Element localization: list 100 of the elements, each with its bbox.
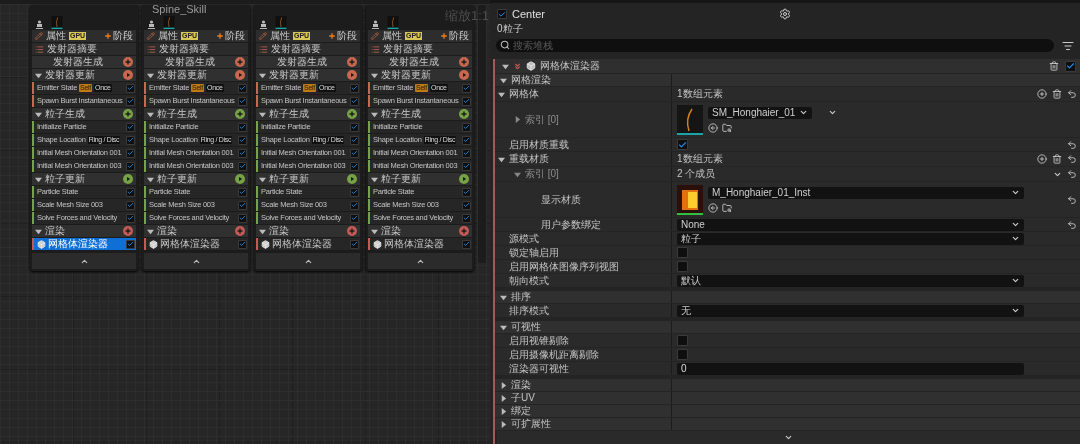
summary-row[interactable]: 发射器摘要 <box>368 43 472 55</box>
caret-down-icon[interactable] <box>35 227 42 235</box>
checkbox[interactable] <box>126 213 135 223</box>
caret-down-icon[interactable] <box>500 323 507 331</box>
properties-label[interactable]: 属性 <box>46 30 66 42</box>
stage-header[interactable]: 粒子更新 <box>32 173 136 185</box>
caret-down-icon[interactable] <box>502 62 509 70</box>
browse-folder-icon[interactable] <box>722 122 732 133</box>
checkbox[interactable] <box>126 200 135 210</box>
add-module-icon[interactable] <box>123 226 133 236</box>
category-header[interactable]: 排序 <box>495 291 1080 303</box>
play-circle-icon[interactable] <box>123 70 133 80</box>
checkbox[interactable] <box>126 239 135 249</box>
checkbox[interactable] <box>462 239 471 249</box>
stage-header[interactable]: 渲染 <box>144 225 248 237</box>
add-module-icon[interactable] <box>459 57 469 67</box>
checkbox[interactable] <box>497 9 507 19</box>
stage-header[interactable]: 发射器更新 <box>32 69 136 81</box>
reset-icon[interactable] <box>1067 219 1077 230</box>
stage-header[interactable]: 粒子更新 <box>256 173 360 185</box>
caret-down-icon[interactable] <box>259 110 266 118</box>
caret-right-icon[interactable] <box>500 394 507 402</box>
caret-down-icon[interactable] <box>500 293 507 301</box>
browse-folder-icon[interactable] <box>722 202 732 213</box>
stage-header[interactable]: 发射器生成 <box>144 56 248 68</box>
add-module-icon[interactable] <box>235 226 245 236</box>
caret-down-icon[interactable] <box>35 110 42 118</box>
material-thumbnail[interactable] <box>677 184 703 215</box>
checkbox[interactable] <box>238 148 247 158</box>
emitter-thumbnail[interactable] <box>49 16 65 29</box>
checkbox[interactable] <box>238 122 247 132</box>
reset-icon[interactable] <box>1067 194 1077 205</box>
add-stage-button[interactable]: 阶段 <box>216 30 245 42</box>
add-module-icon[interactable] <box>235 109 245 119</box>
checkbox[interactable] <box>350 96 359 106</box>
checkbox[interactable] <box>462 161 471 171</box>
mesh-thumbnail[interactable] <box>677 104 703 135</box>
module-row[interactable]: 网格体渲染器 <box>368 238 472 250</box>
checkbox[interactable] <box>350 122 359 132</box>
caret-right-icon[interactable] <box>514 116 521 123</box>
add-module-icon[interactable] <box>459 226 469 236</box>
reset-icon[interactable] <box>1067 89 1077 99</box>
trash-icon[interactable] <box>1049 61 1059 71</box>
checkbox[interactable] <box>350 148 359 158</box>
caret-down-icon[interactable] <box>371 175 378 183</box>
play-circle-icon[interactable] <box>235 174 245 184</box>
add-module-icon[interactable] <box>123 109 133 119</box>
add-stage-button[interactable]: 阶段 <box>328 30 357 42</box>
stage-header[interactable]: 发射器更新 <box>256 69 360 81</box>
module-row[interactable]: 网格体渲染器 <box>144 238 248 250</box>
checkbox[interactable] <box>238 96 247 106</box>
checkbox[interactable] <box>462 135 471 145</box>
caret-down-icon[interactable] <box>147 71 154 79</box>
add-element-icon[interactable] <box>1037 154 1047 164</box>
checkbox[interactable] <box>462 213 471 223</box>
checkbox[interactable] <box>350 187 359 197</box>
checkbox[interactable] <box>462 96 471 106</box>
asset-dropdown[interactable]: M_Honghaier_01_Inst <box>708 186 1024 199</box>
dropdown[interactable]: 默认 <box>677 274 1024 287</box>
module-row[interactable]: 网格体渲染器 <box>32 238 136 250</box>
add-module-icon[interactable] <box>459 109 469 119</box>
checkbox[interactable] <box>462 148 471 158</box>
summary-row[interactable]: 发射器摘要 <box>256 43 360 55</box>
caret-down-icon[interactable] <box>147 175 154 183</box>
checkbox[interactable] <box>238 83 247 93</box>
category-header[interactable]: 子UV <box>495 392 1080 404</box>
settings-icon[interactable] <box>779 8 791 20</box>
checkbox[interactable] <box>350 161 359 171</box>
checkbox[interactable] <box>126 187 135 197</box>
caret-down-icon[interactable] <box>35 175 42 183</box>
play-circle-icon[interactable] <box>347 174 357 184</box>
stage-header[interactable]: 粒子更新 <box>144 173 248 185</box>
stage-header[interactable]: 发射器生成 <box>256 56 360 68</box>
checkbox[interactable] <box>126 135 135 145</box>
stage-header[interactable]: 发射器生成 <box>368 56 472 68</box>
checkbox[interactable] <box>1065 60 1076 72</box>
caret-down-icon[interactable] <box>498 155 505 163</box>
checkbox[interactable] <box>126 83 135 93</box>
summary-row[interactable]: 发射器摘要 <box>144 43 248 55</box>
caret-down-icon[interactable] <box>35 71 42 79</box>
add-module-icon[interactable] <box>123 57 133 67</box>
filter-icon[interactable] <box>1062 39 1074 52</box>
chevron-down-icon[interactable] <box>828 108 838 117</box>
number-field[interactable]: 0 <box>677 362 1024 375</box>
caret-down-icon[interactable] <box>514 170 521 178</box>
category-header[interactable]: 渲染 <box>495 379 1080 391</box>
caret-down-icon[interactable] <box>371 71 378 79</box>
checkbox[interactable] <box>350 239 359 249</box>
stage-header[interactable]: 发射器更新 <box>144 69 248 81</box>
category-header[interactable]: 绑定 <box>495 405 1080 417</box>
reset-icon[interactable] <box>1067 139 1077 150</box>
checkbox[interactable] <box>350 200 359 210</box>
stage-header[interactable]: 粒子生成 <box>32 108 136 120</box>
stage-header[interactable]: 粒子生成 <box>368 108 472 120</box>
use-selected-icon[interactable] <box>708 202 718 213</box>
properties-label[interactable]: 属性 <box>270 30 290 42</box>
play-circle-icon[interactable] <box>347 70 357 80</box>
caret-down-icon[interactable] <box>371 227 378 235</box>
checkbox[interactable] <box>677 247 688 258</box>
play-circle-icon[interactable] <box>235 70 245 80</box>
